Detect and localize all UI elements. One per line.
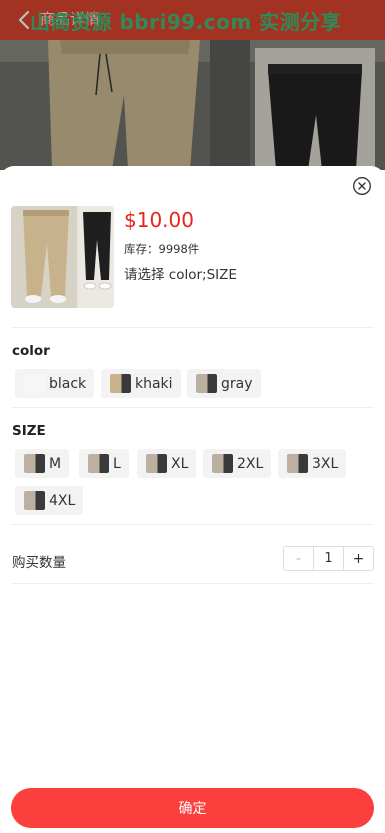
modal-overlay[interactable] [0,0,385,170]
confirm-button[interactable]: 确定 [11,788,374,828]
divider [11,583,374,584]
swatch-thumb [24,491,45,510]
swatch-gray [196,374,217,393]
swatch-thumb [287,454,308,473]
close-icon[interactable] [352,176,372,196]
option-label: 3XL [312,455,339,472]
option-label: black [49,375,87,392]
option-size-3xl[interactable]: 3XL [278,449,347,478]
swatch-thumb [88,454,109,473]
swatch-black [24,374,45,393]
product-thumbnail [11,206,114,308]
option-label: M [49,455,62,472]
option-size-m[interactable]: M [15,449,70,478]
option-label: khaki [135,375,173,392]
option-label: gray [221,375,253,392]
size-group-title: SIZE [12,423,46,439]
swatch-khaki [110,374,131,393]
swatch-thumb [212,454,233,473]
option-label: 4XL [49,492,76,509]
option-label: 2XL [237,455,264,472]
divider [11,327,374,328]
sku-selector-sheet: $10.00 库存：9998件 请选择 color;SIZE color bla… [0,166,385,833]
decrement-button[interactable]: - [284,547,314,570]
quantity-stepper: - 1 + [283,546,374,571]
color-group-title: color [12,343,50,359]
option-size-l[interactable]: L [79,449,129,478]
option-color-black[interactable]: black [15,369,95,398]
quantity-input[interactable]: 1 [314,547,343,570]
quantity-label: 购买数量 [12,555,66,571]
option-size-2xl[interactable]: 2XL [203,449,272,478]
swatch-thumb [146,454,167,473]
option-label: L [113,455,121,472]
option-color-gray[interactable]: gray [187,369,261,398]
product-price: $10.00 [124,208,194,232]
option-label: XL [171,455,189,472]
increment-button[interactable]: + [343,547,373,570]
stock-count: 库存：9998件 [124,242,200,256]
divider [11,524,374,525]
option-color-khaki[interactable]: khaki [101,369,181,398]
swatch-thumb [24,454,45,473]
option-size-4xl[interactable]: 4XL [15,486,84,515]
divider [11,407,374,408]
option-size-xl[interactable]: XL [137,449,197,478]
selection-hint: 请选择 color;SIZE [124,267,237,283]
